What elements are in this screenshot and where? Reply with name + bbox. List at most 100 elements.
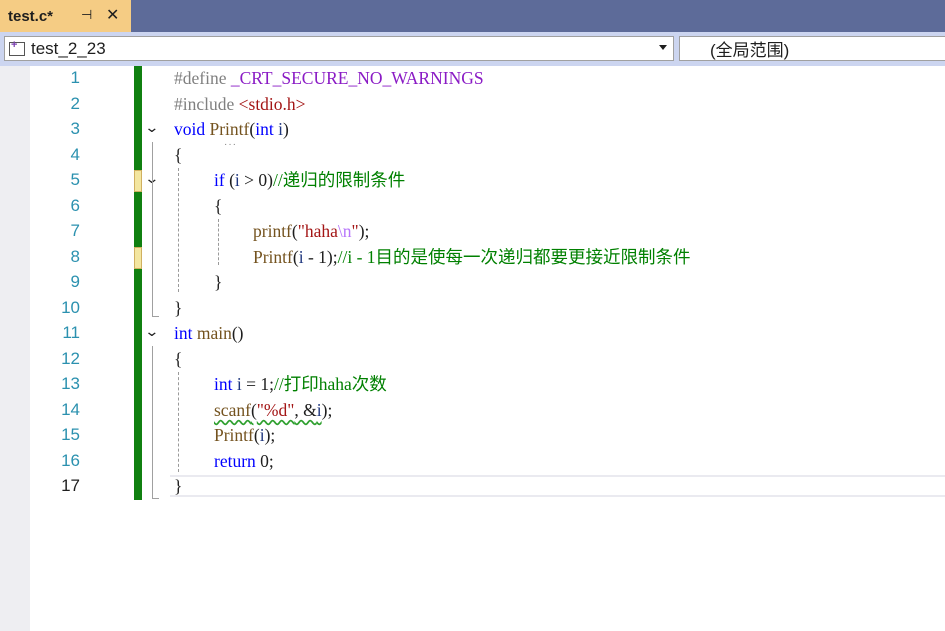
code-line: { bbox=[174, 347, 182, 373]
current-line-highlight bbox=[170, 475, 945, 497]
function-name: Printf bbox=[214, 425, 254, 445]
project-dropdown[interactable]: test_2_23 bbox=[4, 36, 674, 61]
fold-chevron-icon[interactable]: ⌄ bbox=[144, 119, 159, 136]
function-name: printf bbox=[253, 221, 292, 241]
function-name: main bbox=[196, 323, 232, 343]
code-line: { bbox=[174, 143, 182, 169]
keyword: int bbox=[214, 374, 233, 394]
code-line: int main() bbox=[174, 321, 244, 347]
close-icon[interactable]: ✕ bbox=[106, 5, 119, 25]
chevron-down-icon[interactable] bbox=[659, 45, 667, 50]
keyword: return bbox=[214, 451, 256, 471]
line-number: 4 bbox=[70, 145, 80, 164]
string-literal: " bbox=[351, 221, 359, 241]
line-number: 2 bbox=[70, 94, 80, 113]
line-number: 14 bbox=[61, 400, 80, 419]
fold-region-end bbox=[152, 498, 159, 499]
fold-region-line bbox=[152, 142, 153, 316]
code-line: Printf(i - 1);//i - 1目的是使每一次递归都要更接近限制条件 bbox=[253, 245, 691, 271]
function-name: Printf bbox=[253, 247, 293, 267]
code-line: Printf(i); bbox=[214, 423, 275, 449]
string-literal: "haha bbox=[297, 221, 338, 241]
code-line: { bbox=[214, 194, 222, 220]
code-line: return 0; bbox=[214, 449, 274, 475]
keyword: int bbox=[255, 119, 274, 139]
brace: } bbox=[174, 298, 183, 318]
code-editor[interactable]: 1 2 3 4 5 6 7 8 9 10 11 12 13 14 15 16 1… bbox=[0, 66, 945, 631]
line-number: 15 bbox=[61, 425, 80, 444]
line-number: 3 bbox=[70, 119, 80, 138]
indent-guide bbox=[178, 372, 179, 472]
unsaved-change-marker bbox=[134, 247, 142, 269]
line-number: 13 bbox=[61, 374, 80, 393]
macro-name: _CRT_SECURE_NO_WARNINGS bbox=[230, 68, 484, 88]
preprocessor-directive: #define bbox=[174, 68, 231, 88]
line-number: 7 bbox=[70, 221, 80, 240]
function-name-warning: scanf bbox=[214, 400, 251, 420]
punctuation: , & bbox=[294, 400, 317, 420]
comment: //打印haha次数 bbox=[273, 374, 387, 394]
navigation-bar: test_2_23 (全局范围) bbox=[0, 32, 945, 66]
line-number: 12 bbox=[61, 349, 80, 368]
change-tracking-bar bbox=[134, 66, 142, 500]
code-line: scanf("%d", &i); bbox=[214, 398, 332, 424]
code-line-current: } bbox=[174, 474, 182, 500]
brace: { bbox=[174, 145, 183, 165]
brace: { bbox=[214, 196, 223, 216]
keyword: void bbox=[174, 119, 206, 139]
keyword: if bbox=[214, 170, 225, 190]
scope-dropdown[interactable]: (全局范围) bbox=[679, 36, 945, 61]
unsaved-change-marker bbox=[134, 170, 142, 192]
code-line: #include <stdio.h> bbox=[174, 92, 306, 118]
editor-left-margin bbox=[0, 66, 30, 631]
line-number: 1 bbox=[70, 68, 80, 87]
keyword: int bbox=[174, 323, 193, 343]
indent-guide bbox=[218, 219, 219, 265]
code-line: printf("haha\n"); bbox=[253, 219, 369, 245]
string-literal: "%d" bbox=[256, 400, 295, 420]
expression: = 1; bbox=[241, 374, 274, 394]
comment: //递归的限制条件 bbox=[272, 170, 406, 190]
expression: 0; bbox=[255, 451, 274, 471]
line-number: 8 bbox=[70, 247, 80, 266]
code-line: if (i > 0)//递归的限制条件 bbox=[214, 168, 405, 194]
code-line: int i = 1;//打印haha次数 bbox=[214, 372, 387, 398]
brace: } bbox=[214, 272, 223, 292]
code-line: } bbox=[214, 270, 222, 296]
fold-region-end bbox=[152, 316, 159, 317]
code-line: #define _CRT_SECURE_NO_WARNINGS bbox=[174, 66, 484, 92]
comment: //i - 1目的是使每一次递归都要更接近限制条件 bbox=[337, 247, 691, 267]
line-number-current: 17 bbox=[61, 476, 80, 495]
tab-test-c[interactable]: test.c* ⊣ ✕ bbox=[0, 0, 131, 32]
punctuation: ); bbox=[358, 221, 370, 241]
suggestion-dots-icon[interactable]: ··· bbox=[224, 139, 237, 150]
include-header: <stdio.h> bbox=[238, 94, 306, 114]
expression: - 1); bbox=[303, 247, 338, 267]
pin-icon[interactable]: ⊣ bbox=[81, 7, 92, 23]
project-icon bbox=[9, 39, 25, 56]
indent-guide bbox=[178, 168, 179, 292]
preprocessor-directive: #include bbox=[174, 94, 239, 114]
brace: { bbox=[174, 349, 183, 369]
scope-name: (全局范围) bbox=[710, 41, 790, 60]
line-number: 9 bbox=[70, 272, 80, 291]
document-tab-bar: test.c* ⊣ ✕ bbox=[0, 0, 945, 32]
fold-chevron-icon[interactable]: ⌄ bbox=[144, 323, 159, 340]
code-line: } bbox=[174, 296, 182, 322]
expression: > 0) bbox=[239, 170, 273, 190]
tab-title: test.c* bbox=[8, 7, 54, 25]
line-number: 5 bbox=[70, 170, 80, 189]
project-name: test_2_23 bbox=[31, 38, 106, 58]
punctuation: ) bbox=[282, 119, 289, 139]
brace: } bbox=[174, 476, 183, 496]
line-number: 11 bbox=[62, 323, 80, 342]
escape-sequence: \n bbox=[337, 221, 352, 241]
function-name: Printf bbox=[209, 119, 250, 139]
punctuation: ); bbox=[264, 425, 276, 445]
fold-region-line bbox=[152, 346, 153, 498]
line-number: 10 bbox=[61, 298, 80, 317]
line-number: 16 bbox=[61, 451, 80, 470]
punctuation: ( bbox=[224, 170, 235, 190]
punctuation: ); bbox=[321, 400, 333, 420]
line-number: 6 bbox=[70, 196, 80, 215]
